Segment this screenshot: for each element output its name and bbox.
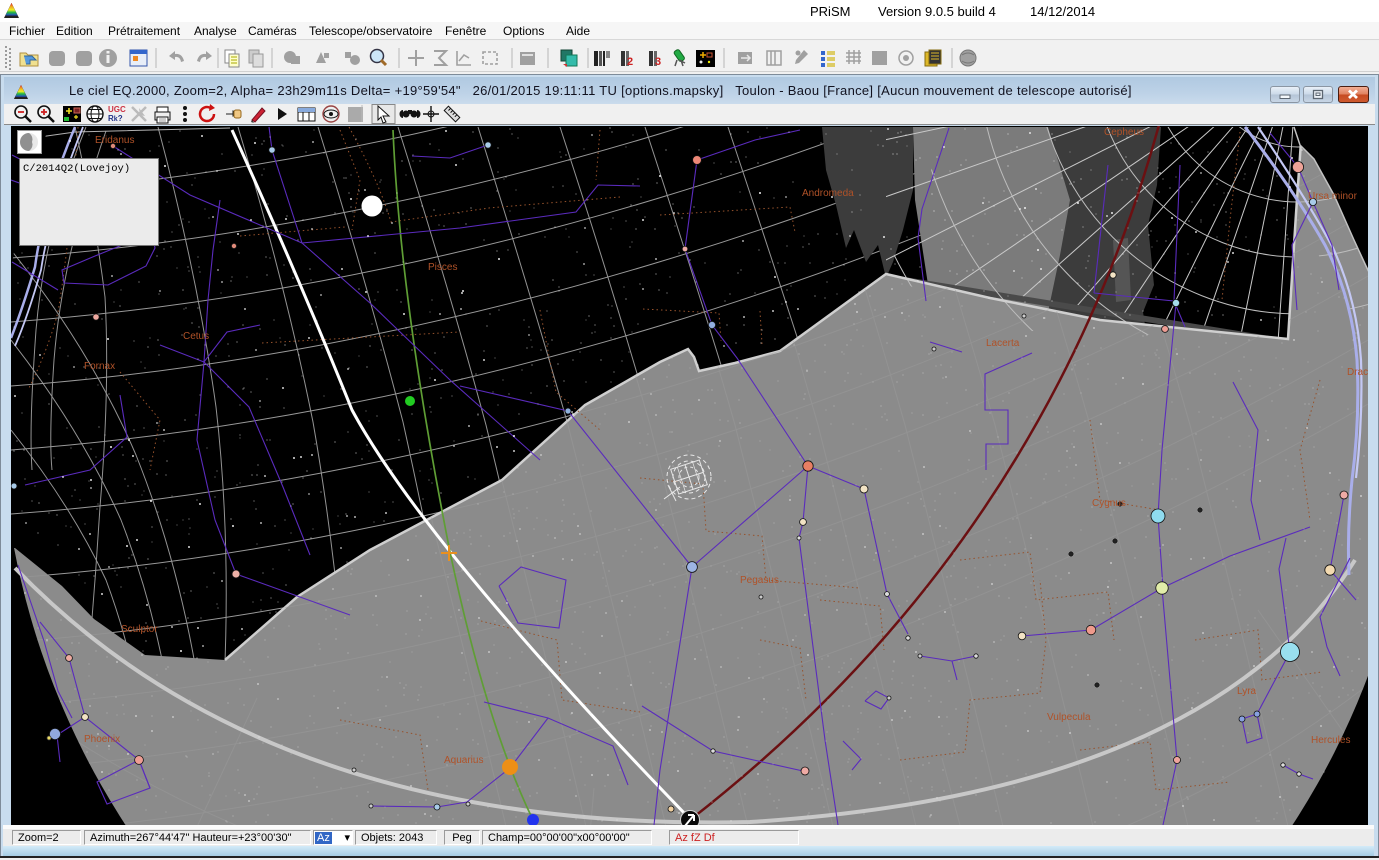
svg-text:Cepheus: Cepheus [1104, 127, 1144, 138]
svg-text:Eridanus: Eridanus [95, 135, 134, 146]
svg-text:2: 2 [627, 56, 633, 68]
svg-text:Pegasus: Pegasus [740, 575, 779, 586]
svg-text:Phoenix: Phoenix [84, 734, 120, 745]
svg-text:Pisces: Pisces [428, 262, 457, 273]
svg-text:Ursa minor: Ursa minor [1308, 191, 1358, 202]
svg-text:Aquarius: Aquarius [444, 755, 483, 766]
svg-text:Andromeda: Andromeda [802, 188, 854, 199]
svg-text:Draco: Draco [1347, 367, 1368, 378]
svg-text:Lacerta: Lacerta [986, 338, 1020, 349]
svg-text:Hercules: Hercules [1311, 735, 1350, 746]
svg-text:Rk?: Rk? [108, 114, 123, 123]
svg-text:Lyra: Lyra [1237, 686, 1257, 697]
svg-text:3: 3 [655, 56, 661, 68]
svg-text:Fornax: Fornax [84, 361, 115, 372]
svg-text:UGC: UGC [108, 105, 126, 114]
svg-text:Sculptor: Sculptor [121, 624, 158, 635]
svg-text:Vulpecula: Vulpecula [1047, 712, 1091, 723]
svg-text:Cygnus: Cygnus [1092, 498, 1126, 509]
svg-text:Cetus: Cetus [183, 331, 209, 342]
